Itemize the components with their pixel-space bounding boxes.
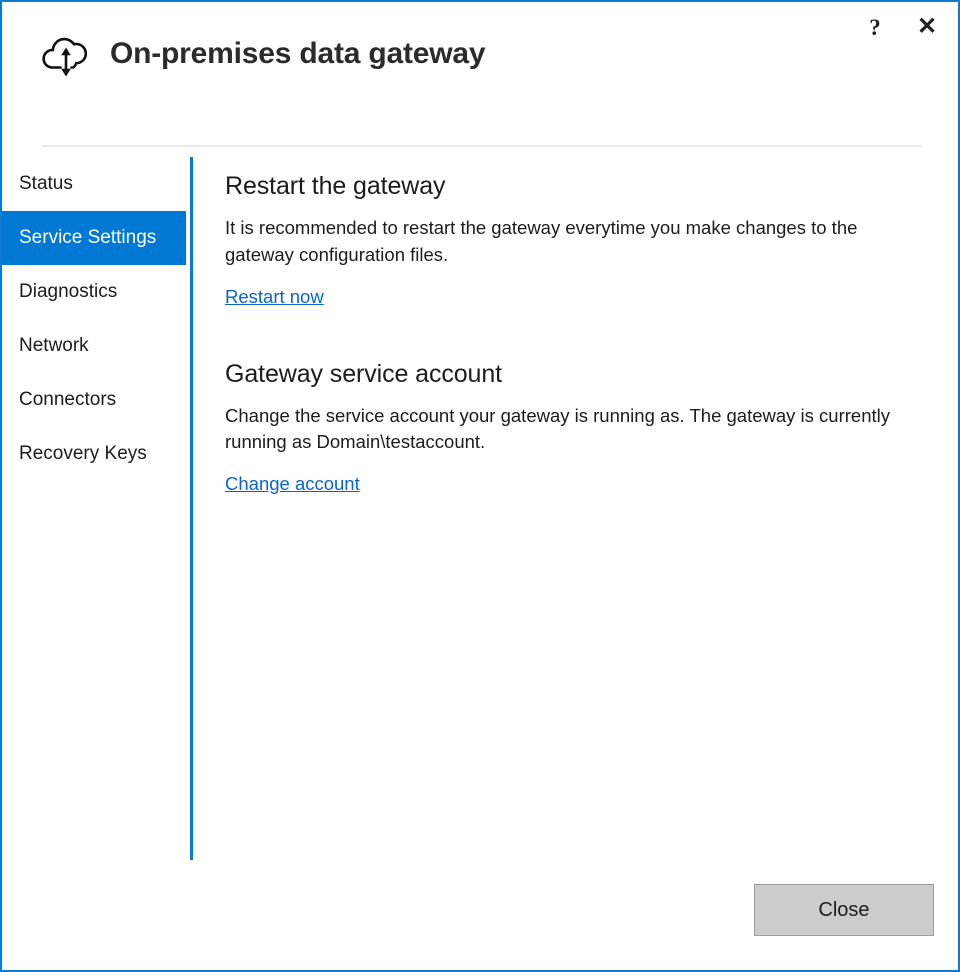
sidebar-content-divider xyxy=(190,157,193,860)
restart-now-link[interactable]: Restart now xyxy=(225,286,324,308)
close-x-icon: ✕ xyxy=(916,13,938,40)
close-window-button[interactable]: ✕ xyxy=(910,10,944,44)
sidebar-item-label: Recovery Keys xyxy=(19,443,147,464)
footer-bar: Close xyxy=(2,860,958,970)
sidebar-item-label: Service Settings xyxy=(19,227,157,248)
sidebar-item-status[interactable]: Status xyxy=(2,157,186,211)
gateway-window: On-premises data gateway ? ✕ Status Serv… xyxy=(0,0,960,972)
sidebar-item-label: Connectors xyxy=(19,389,117,410)
cloud-updown-arrow-icon xyxy=(38,28,94,80)
window-controls: ? ✕ xyxy=(858,10,944,44)
page-title: On-premises data gateway xyxy=(110,37,486,70)
help-button[interactable]: ? xyxy=(858,10,892,44)
sidebar-item-connectors[interactable]: Connectors xyxy=(2,373,186,427)
section-heading: Gateway service account xyxy=(225,359,502,388)
body-area: Status Service Settings Diagnostics Netw… xyxy=(2,157,958,970)
title-bar: On-premises data gateway ? ✕ xyxy=(2,2,958,122)
sidebar-item-network[interactable]: Network xyxy=(2,319,186,373)
sidebar-nav: Status Service Settings Diagnostics Netw… xyxy=(2,157,186,481)
section-description: Change the service account your gateway … xyxy=(225,404,890,453)
close-button[interactable]: Close xyxy=(754,884,934,936)
sidebar-item-service-settings[interactable]: Service Settings xyxy=(2,211,186,265)
restart-gateway-section: Restart the gateway It is recommended to… xyxy=(225,157,928,308)
main-content: Restart the gateway It is recommended to… xyxy=(225,157,928,505)
change-account-link[interactable]: Change account xyxy=(225,473,360,495)
gateway-service-account-section: Gateway service account Change the servi… xyxy=(225,345,928,496)
sidebar-item-label: Status xyxy=(19,173,73,194)
sidebar-item-label: Diagnostics xyxy=(19,281,118,302)
app-title-group: On-premises data gateway xyxy=(38,28,486,80)
sidebar-item-label: Network xyxy=(19,335,89,356)
sidebar-item-recovery-keys[interactable]: Recovery Keys xyxy=(2,427,186,481)
header-divider xyxy=(42,145,922,147)
sidebar-item-diagnostics[interactable]: Diagnostics xyxy=(2,265,186,319)
question-mark-icon: ? xyxy=(869,14,881,40)
section-description: It is recommended to restart the gateway… xyxy=(225,217,858,265)
section-heading: Restart the gateway xyxy=(225,172,446,200)
